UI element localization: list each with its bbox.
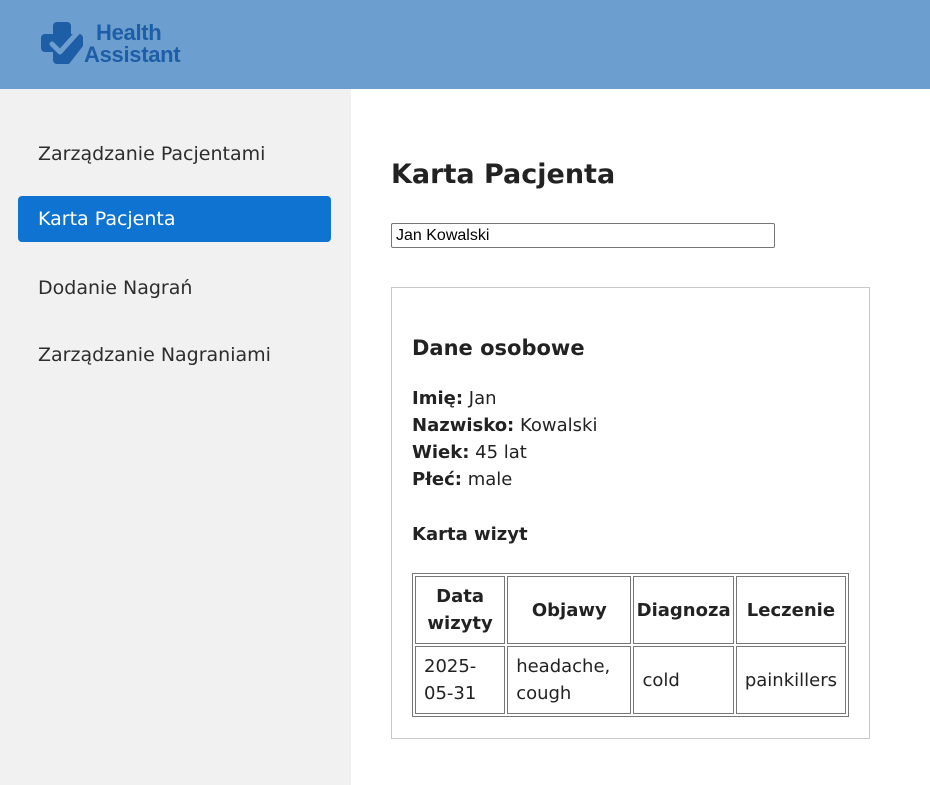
- table-header-row: Data wizyty Objawy Diagnoza Leczenie: [415, 576, 846, 644]
- first-name-value: Jan: [468, 388, 497, 409]
- sidebar-item-recording-management[interactable]: Zarządzanie Nagraniami: [18, 332, 331, 378]
- visits-heading: Karta wizyt: [412, 524, 528, 545]
- column-header-symptoms: Objawy: [507, 576, 632, 644]
- logo-line-2: Assistant: [84, 42, 181, 67]
- last-name-label: Nazwisko:: [412, 415, 515, 436]
- last-name-value: Kowalski: [520, 415, 598, 436]
- sidebar-item-add-recordings[interactable]: Dodanie Nagrań: [18, 265, 331, 311]
- patient-search-input[interactable]: [391, 223, 775, 248]
- main-content: Karta Pacjenta Dane osobowe Imię: Jan Na…: [351, 89, 930, 785]
- sex-row: Płeć: male: [412, 469, 512, 490]
- column-header-treatment: Leczenie: [735, 576, 846, 644]
- app-logo[interactable]: Health Assistant: [38, 20, 188, 70]
- cell-treatment: painkillers: [735, 646, 846, 714]
- logo-text: Health Assistant: [84, 20, 181, 67]
- app-header: Health Assistant: [0, 0, 930, 89]
- sidebar-item-patient-management[interactable]: Zarządzanie Pacjentami: [18, 131, 331, 177]
- last-name-row: Nazwisko: Kowalski: [412, 415, 597, 436]
- cell-symptoms: headache, cough: [507, 646, 632, 714]
- patient-card: Dane osobowe Imię: Jan Nazwisko: Kowalsk…: [391, 287, 870, 739]
- sidebar: Zarządzanie Pacjentami Karta Pacjenta Do…: [0, 89, 351, 785]
- personal-data-heading: Dane osobowe: [412, 336, 585, 360]
- cell-visit-date: 2025-05-31: [415, 646, 506, 714]
- cell-diagnosis: cold: [633, 646, 734, 714]
- column-header-visit-date: Data wizyty: [415, 576, 506, 644]
- sidebar-item-patient-card[interactable]: Karta Pacjenta: [18, 196, 331, 242]
- logo-line-1: Health: [96, 20, 162, 45]
- age-value: 45 lat: [475, 442, 527, 463]
- age-row: Wiek: 45 lat: [412, 442, 527, 463]
- visits-table: Data wizyty Objawy Diagnoza Leczenie 202…: [412, 573, 849, 717]
- table-row: 2025-05-31 headache, cough cold painkill…: [415, 646, 846, 714]
- sex-value: male: [467, 469, 513, 490]
- age-label: Wiek:: [412, 442, 470, 463]
- column-header-diagnosis: Diagnoza: [633, 576, 734, 644]
- first-name-row: Imię: Jan: [412, 388, 497, 409]
- medical-cross-icon: [41, 22, 83, 64]
- page-title: Karta Pacjenta: [391, 159, 616, 190]
- first-name-label: Imię:: [412, 388, 464, 409]
- sex-label: Płeć:: [412, 469, 462, 490]
